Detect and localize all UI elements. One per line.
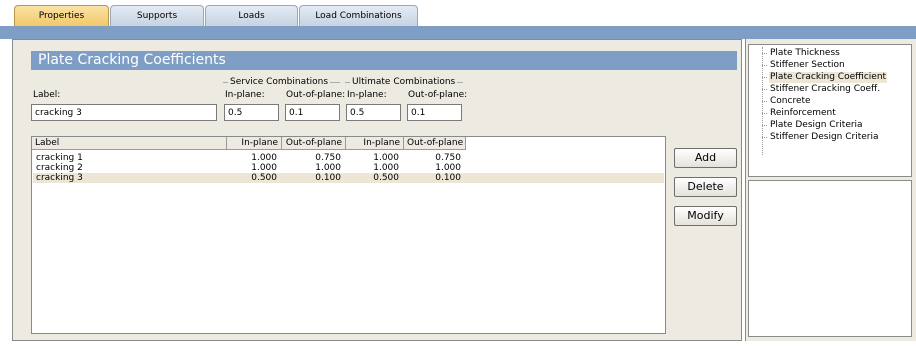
tab-load-combinations[interactable]: Load Combinations — [299, 5, 418, 26]
service-outplane-caption: Out-of-plane: — [286, 90, 346, 100]
tree-branch — [762, 65, 767, 66]
tab-bar: Properties Supports Loads Load Combinati… — [0, 0, 916, 26]
cell-label: cracking 1 — [36, 153, 83, 163]
panel-title: Plate Cracking Coefficients — [31, 51, 737, 70]
ultimate-inplane-caption: In-plane: — [347, 90, 387, 100]
ultimate-combinations-label: Ultimate Combinations — [350, 77, 458, 87]
tree-item-stiffener-section[interactable]: Stiffener Section — [769, 60, 846, 71]
ultimate-outplane-caption: Out-of-plane: — [408, 90, 468, 100]
column-header-ultimate-inplane[interactable]: In-plane — [346, 137, 404, 150]
tree-item-plate-design-criteria[interactable]: Plate Design Criteria — [769, 120, 864, 131]
column-header-service-outplane[interactable]: Out-of-plane — [282, 137, 346, 150]
service-inplane-field[interactable] — [224, 104, 279, 121]
delete-button[interactable]: Delete — [674, 177, 737, 197]
tree-branch — [762, 101, 767, 102]
cell-service-inplane: 1.000 — [251, 163, 277, 173]
service-outplane-field[interactable] — [285, 104, 340, 121]
cell-ultimate-inplane: 1.000 — [373, 163, 399, 173]
tab-properties[interactable]: Properties — [14, 5, 109, 26]
tab-strip-bar — [0, 26, 916, 39]
label-caption: Label: — [33, 90, 61, 100]
ultimate-combinations-group: Ultimate Combinations — [345, 77, 463, 87]
tree-branch — [762, 53, 767, 54]
tree-branch — [762, 77, 767, 78]
column-header-ultimate-outplane[interactable]: Out-of-plane — [404, 137, 466, 150]
service-inplane-caption: In-plane: — [225, 90, 265, 100]
tree-branch — [762, 125, 767, 126]
tree-item-reinforcement[interactable]: Reinforcement — [769, 108, 837, 119]
cracking-table[interactable]: Label In-plane Out-of-plane In-plane Out… — [31, 136, 666, 334]
tree-branch — [762, 113, 767, 114]
cell-ultimate-outplane: 0.100 — [435, 173, 461, 183]
cell-service-outplane: 0.100 — [315, 173, 341, 183]
column-header-label[interactable]: Label — [32, 137, 227, 150]
label-field[interactable] — [31, 104, 217, 121]
table-row-selected[interactable]: cracking 3 0.500 0.100 0.500 0.100 — [33, 173, 664, 183]
cell-label: cracking 2 — [36, 163, 83, 173]
description-panel — [748, 180, 912, 337]
table-row[interactable]: cracking 1 1.000 0.750 1.000 0.750 — [33, 153, 664, 163]
column-header-service-inplane[interactable]: In-plane — [227, 137, 282, 150]
table-row[interactable]: cracking 2 1.000 1.000 1.000 1.000 — [33, 163, 664, 173]
cell-ultimate-inplane: 1.000 — [373, 153, 399, 163]
service-combinations-group: Service Combinations — [223, 77, 340, 87]
add-button[interactable]: Add — [674, 148, 737, 168]
cell-ultimate-outplane: 0.750 — [435, 153, 461, 163]
ultimate-outplane-field[interactable] — [407, 104, 462, 121]
service-combinations-label: Service Combinations — [228, 77, 331, 87]
cell-service-inplane: 1.000 — [251, 153, 277, 163]
tree-item-concrete[interactable]: Concrete — [769, 96, 812, 107]
cell-service-inplane: 0.500 — [251, 173, 277, 183]
category-tree[interactable]: Plate Thickness Stiffener Section Plate … — [748, 44, 912, 177]
cell-label: cracking 3 — [36, 173, 83, 183]
tree-item-stiffener-cracking-coeff[interactable]: Stiffener Cracking Coeff. — [769, 84, 881, 95]
tree-item-plate-thickness[interactable]: Plate Thickness — [769, 48, 841, 59]
tree-item-stiffener-design-criteria[interactable]: Stiffener Design Criteria — [769, 132, 879, 143]
cell-service-outplane: 0.750 — [315, 153, 341, 163]
tree-item-plate-cracking-coefficient[interactable]: Plate Cracking Coefficient — [769, 72, 888, 83]
ultimate-inplane-field[interactable] — [346, 104, 401, 121]
tab-supports[interactable]: Supports — [110, 5, 204, 26]
cell-service-outplane: 1.000 — [315, 163, 341, 173]
tree-branch — [762, 137, 767, 138]
modify-button[interactable]: Modify — [674, 206, 737, 226]
tree-branch — [762, 89, 767, 90]
tab-loads[interactable]: Loads — [205, 5, 298, 26]
cell-ultimate-outplane: 1.000 — [435, 163, 461, 173]
cell-ultimate-inplane: 0.500 — [373, 173, 399, 183]
